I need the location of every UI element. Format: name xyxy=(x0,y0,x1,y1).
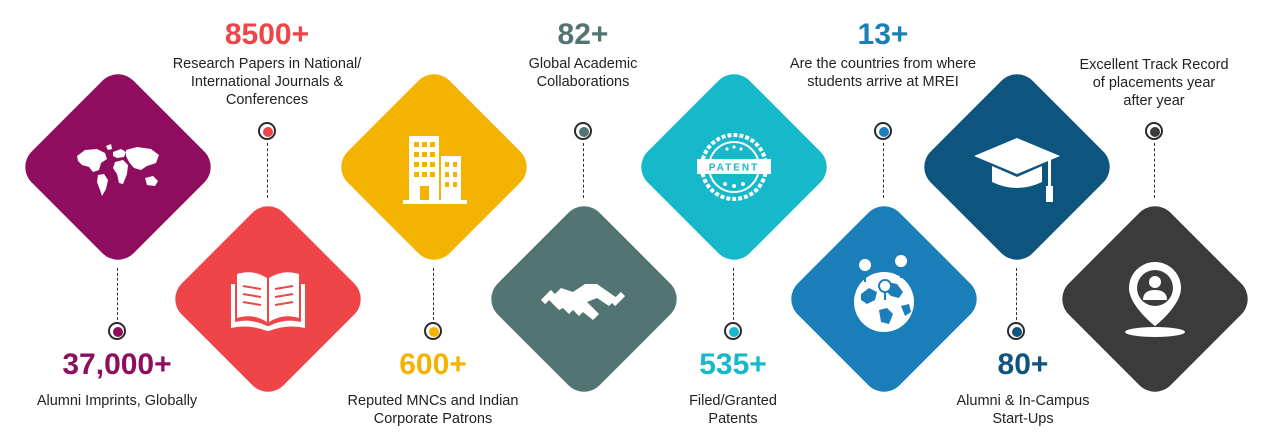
world-map-icon xyxy=(77,144,159,196)
patent-stamp-icon: PATENT xyxy=(697,133,771,201)
stat-label: Are the countries from where students ar… xyxy=(789,56,977,90)
stat-placements: Excellent Track Record of placements yea… xyxy=(1034,56,1274,110)
marker-dot xyxy=(1145,122,1163,140)
stat-label: Alumni & In-Campus Start-Ups xyxy=(956,393,1090,427)
connector-line xyxy=(117,268,118,320)
marker-dot xyxy=(724,322,742,340)
marker-dot xyxy=(574,122,592,140)
handshake-icon xyxy=(540,284,626,320)
stat-patents: 535+ Filed/Granted Patents xyxy=(613,348,853,428)
stat-countries: 13+ Are the countries from where student… xyxy=(748,18,1018,91)
stat-number: 82+ xyxy=(557,18,609,51)
stat-collaborations: 82+ Global Academic Collaborations xyxy=(463,18,703,91)
stat-number: 37,000+ xyxy=(62,348,172,381)
stat-number: 80+ xyxy=(997,348,1049,381)
stat-number: 8500+ xyxy=(224,18,310,51)
stat-label: Filed/Granted Patents xyxy=(689,393,777,427)
globe-pins-icon xyxy=(854,254,914,332)
connector-line xyxy=(883,143,884,198)
stat-startups: 80+ Alumni & In-Campus Start-Ups xyxy=(903,348,1143,428)
stat-number: 13+ xyxy=(857,18,909,51)
buildings-icon xyxy=(403,136,467,204)
connector-line xyxy=(1154,143,1155,198)
connector-line xyxy=(733,268,734,320)
stat-alumni: 37,000+ Alumni Imprints, Globally xyxy=(0,348,237,410)
stat-number: 600+ xyxy=(399,348,467,381)
marker-dot xyxy=(874,122,892,140)
connector-line xyxy=(1016,268,1017,320)
connector-line xyxy=(433,268,434,320)
stat-label: Global Academic Collaborations xyxy=(528,56,638,90)
stat-label: Excellent Track Record of placements yea… xyxy=(1079,57,1229,109)
marker-dot xyxy=(1007,322,1025,340)
connector-line xyxy=(583,143,584,198)
marker-dot xyxy=(258,122,276,140)
open-book-icon xyxy=(231,272,305,331)
marker-dot xyxy=(108,322,126,340)
graduation-cap-icon xyxy=(974,138,1060,202)
location-person-icon xyxy=(1125,262,1185,337)
stat-label: Reputed MNCs and Indian Corporate Patron… xyxy=(347,393,519,427)
connector-line xyxy=(267,143,268,198)
stats-infographic: PATENT 37,000+ Alumni Imprints, Globally… xyxy=(0,0,1280,443)
stat-label: Alumni Imprints, Globally xyxy=(36,393,198,409)
patent-stamp-text: PATENT xyxy=(709,163,760,174)
stat-label: Research Papers in National/ Internation… xyxy=(172,56,362,108)
stat-number: 535+ xyxy=(699,348,767,381)
stat-research: 8500+ Research Papers in National/ Inter… xyxy=(147,18,387,109)
stat-corporate: 600+ Reputed MNCs and Indian Corporate P… xyxy=(313,348,553,428)
marker-dot xyxy=(424,322,442,340)
